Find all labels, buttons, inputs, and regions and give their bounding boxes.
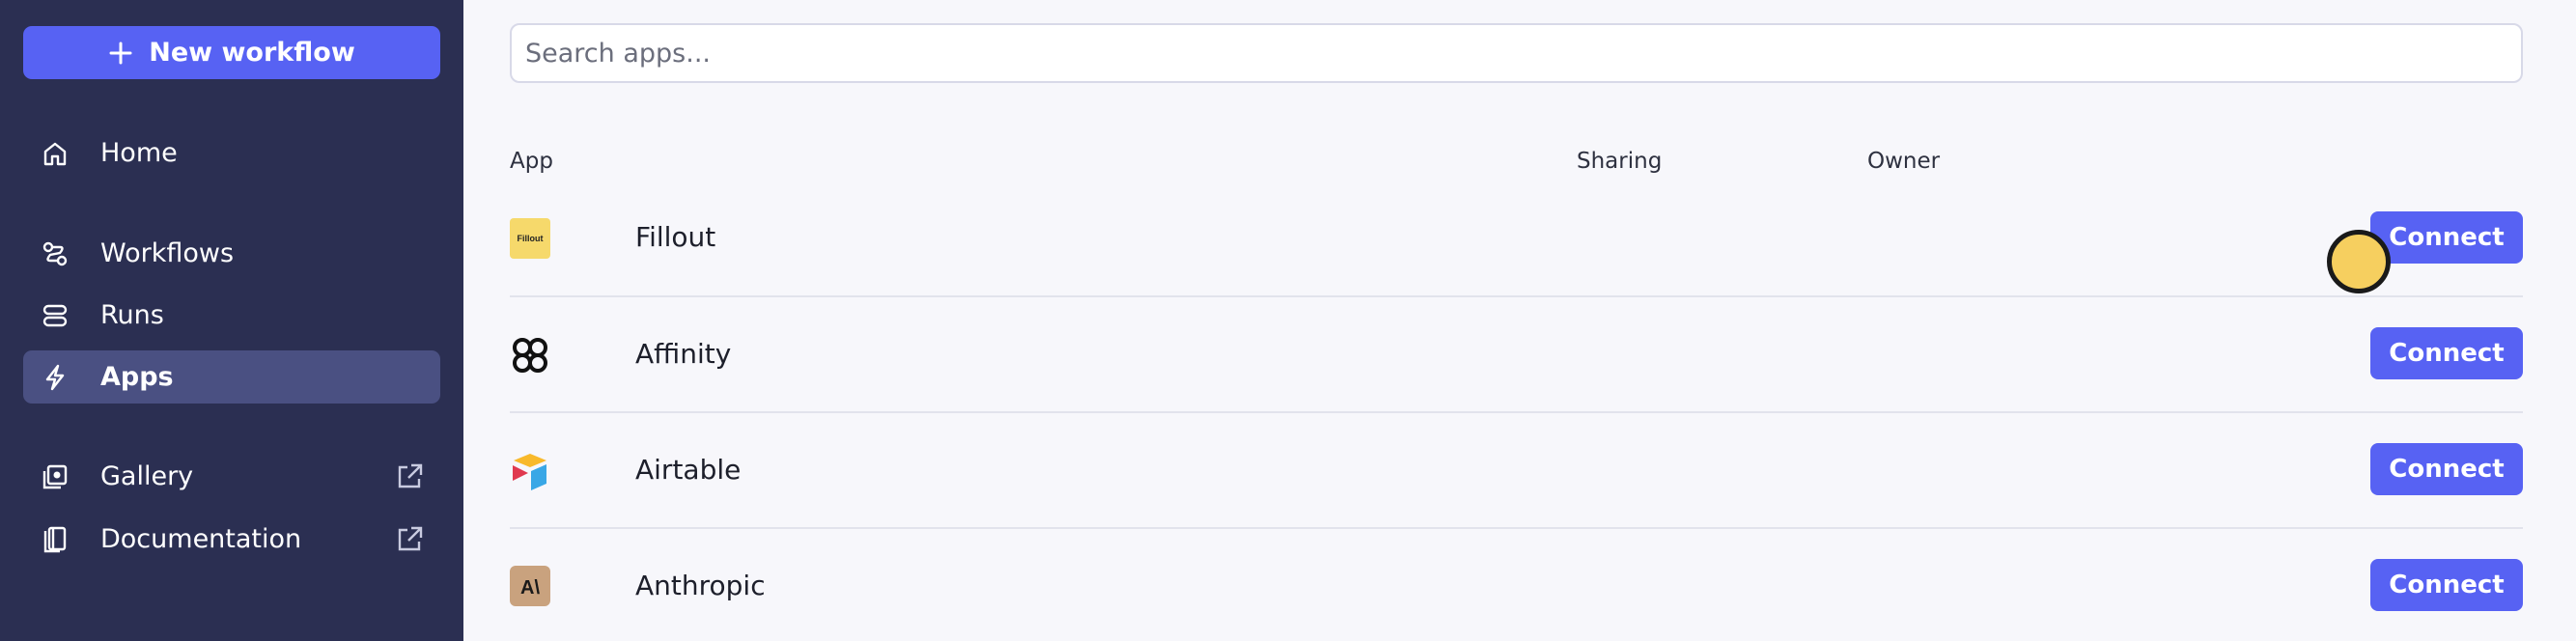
connect-button[interactable]: Connect: [2370, 211, 2523, 264]
bolt-icon: [45, 364, 65, 391]
fillout-logo: Fillout: [510, 218, 550, 259]
table-row: Airtable Connect: [510, 413, 2523, 529]
airtable-logo: [513, 454, 546, 490]
sidebar-item-label: Workflows: [100, 238, 235, 268]
sidebar-item-gallery[interactable]: Gallery: [23, 450, 440, 503]
table-row: Fillout Fillout Connect: [510, 181, 2523, 297]
gallery-icon: [42, 464, 68, 489]
affinity-logo: [513, 338, 547, 373]
app-name: Anthropic: [635, 570, 766, 601]
sidebar-item-label: Apps: [100, 362, 174, 392]
table-row: Affinity Connect: [510, 297, 2523, 413]
workflows-icon: [42, 241, 68, 266]
external-link-icon[interactable]: [394, 461, 425, 492]
sidebar-item-label: Documentation: [100, 524, 302, 554]
search-input[interactable]: [510, 23, 2523, 83]
mouse-cursor: [2327, 230, 2391, 293]
app-name: Affinity: [635, 338, 732, 370]
new-workflow-button[interactable]: New workflow: [23, 26, 440, 79]
external-link-icon[interactable]: [394, 524, 425, 555]
sidebar-item-label: Runs: [100, 300, 164, 330]
sidebar-item-home[interactable]: Home: [23, 126, 440, 180]
new-workflow-label: New workflow: [149, 38, 355, 68]
connect-button[interactable]: Connect: [2370, 559, 2523, 611]
anthropic-logo: A\: [510, 566, 550, 606]
sidebar-item-runs[interactable]: Runs: [23, 289, 440, 342]
home-icon: [43, 142, 67, 166]
sidebar-item-label: Gallery: [100, 461, 194, 491]
fillout-logo-text: Fillout: [518, 234, 544, 243]
column-header-owner: Owner: [1867, 149, 1941, 174]
app-name: Fillout: [635, 221, 716, 253]
sidebar-item-label: Home: [100, 138, 178, 168]
documentation-icon: [43, 526, 67, 553]
sidebar-item-workflows[interactable]: Workflows: [23, 227, 440, 280]
sidebar: New workflow Home Workflows Runs Apps Ga…: [0, 0, 463, 641]
connect-button[interactable]: Connect: [2370, 443, 2523, 495]
runs-icon: [42, 304, 68, 327]
sidebar-item-apps[interactable]: Apps: [23, 350, 440, 404]
column-header-app: App: [510, 149, 553, 174]
app-name: Airtable: [635, 454, 742, 486]
sidebar-item-documentation[interactable]: Documentation: [23, 513, 440, 566]
table-row: A\ Anthropic Connect: [510, 529, 2523, 641]
anthropic-logo-text: A\: [520, 577, 540, 599]
connect-button[interactable]: Connect: [2370, 327, 2523, 379]
column-header-sharing: Sharing: [1577, 149, 1663, 174]
main-content: App Sharing Owner Fillout Fillout Connec…: [463, 0, 2576, 641]
plus-icon: [109, 42, 132, 64]
